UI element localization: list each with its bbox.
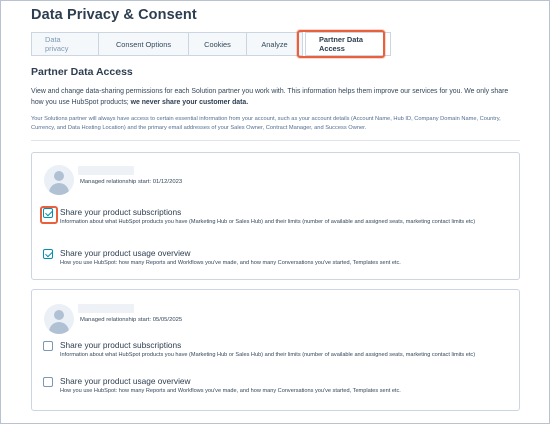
tab-analyze[interactable]: Analyze: [247, 32, 303, 56]
partner-name-redacted: [78, 304, 134, 313]
intro-paragraph: View and change data-sharing permissions…: [31, 86, 521, 108]
section-divider: [31, 140, 520, 141]
tab-partner-data-access[interactable]: Partner Data Access: [305, 32, 391, 56]
partner-avatar-icon: [44, 304, 74, 334]
relationship-start: Managed relationship start: 01/12/2023: [80, 179, 183, 185]
tab-bar: Data privacy Consent Options Cookies Ana…: [31, 32, 391, 56]
permission-description: Information about what HubSpot products …: [60, 352, 476, 358]
permission-title: Share your product usage overview: [60, 376, 191, 386]
permission-title: Share your product subscriptions: [60, 340, 182, 350]
section-title: Partner Data Access: [31, 66, 133, 78]
usage-overview-checkbox[interactable]: [43, 249, 53, 259]
subscriptions-checkbox[interactable]: [40, 206, 58, 224]
relationship-start: Managed relationship start: 05/05/2025: [80, 317, 183, 323]
page-title: Data Privacy & Consent: [31, 7, 197, 23]
permission-description: Information about what HubSpot products …: [60, 219, 476, 225]
partner-avatar-icon: [44, 165, 74, 195]
permission-title: Share your product subscriptions: [60, 207, 182, 217]
partner-name-redacted: [78, 166, 134, 175]
intro-text: View and change data-sharing permissions…: [31, 88, 509, 106]
intro-bold-text: we never share your customer data.: [130, 99, 249, 106]
permission-title: Share your product usage overview: [60, 248, 191, 258]
permission-description: How you use HubSpot: how many Reports an…: [60, 388, 401, 394]
permission-description: How you use HubSpot: how many Reports an…: [60, 260, 401, 266]
tab-cookies[interactable]: Cookies: [189, 32, 247, 56]
partner-card: Managed relationship start: 01/12/2023 S…: [31, 152, 520, 280]
partner-card: Managed relationship start: 05/05/2025 S…: [31, 289, 520, 411]
usage-overview-checkbox[interactable]: [43, 377, 53, 387]
subscriptions-checkbox[interactable]: [43, 341, 53, 351]
essential-info-note: Your Solutions partner will always have …: [31, 116, 501, 131]
tab-consent-options[interactable]: Consent Options: [99, 32, 189, 56]
checkbox-highlight-annotation: [40, 206, 58, 224]
tab-data-privacy[interactable]: Data privacy: [31, 32, 99, 56]
